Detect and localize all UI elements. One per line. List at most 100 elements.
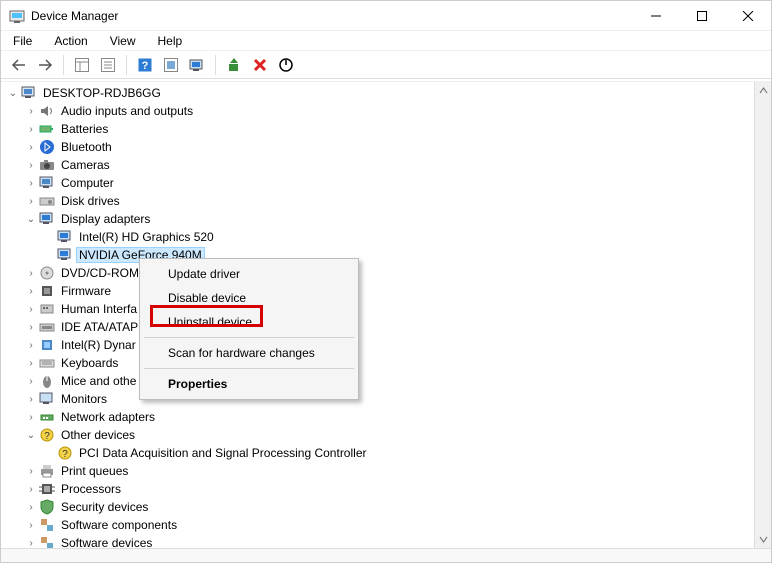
tree-item-display-adapters[interactable]: ⌄Display adapters [1,210,753,228]
expand-icon[interactable]: › [23,124,39,135]
tree-item-processors[interactable]: ›Processors [1,480,753,498]
security-icon [39,499,55,515]
tree-item-ide[interactable]: ›IDE ATA/ATAP [1,318,753,336]
display-adapter-icon [57,247,73,263]
menu-help[interactable]: Help [154,33,187,49]
ide-icon [39,319,55,335]
scan-hardware-icon[interactable] [185,54,209,76]
menu-action[interactable]: Action [50,33,91,49]
help-icon[interactable]: ? [133,54,157,76]
close-button[interactable] [725,1,771,31]
maximize-button[interactable] [679,1,725,31]
ctx-properties[interactable]: Properties [142,372,356,396]
tree-item-print-queues[interactable]: ›Print queues [1,462,753,480]
expand-icon[interactable]: › [23,304,39,315]
menu-view[interactable]: View [106,33,140,49]
tree-child-intel-hd[interactable]: Intel(R) HD Graphics 520 [1,228,753,246]
camera-icon [39,157,55,173]
battery-icon [39,121,55,137]
expand-icon[interactable]: › [23,538,39,549]
back-button[interactable] [7,54,31,76]
uninstall-icon[interactable] [248,54,272,76]
tree-item-cameras[interactable]: ›Cameras [1,156,753,174]
vertical-scrollbar[interactable] [754,82,771,548]
expand-icon[interactable]: › [23,466,39,477]
scroll-down-button[interactable] [755,531,771,548]
tree-child-pci-data[interactable]: ?PCI Data Acquisition and Signal Process… [1,444,753,462]
tree-item-network[interactable]: ›Network adapters [1,408,753,426]
expand-icon[interactable]: › [23,394,39,405]
hid-icon [39,301,55,317]
menu-file[interactable]: File [9,33,36,49]
tree-item-disk-drives[interactable]: ›Disk drives [1,192,753,210]
tree-item-computer[interactable]: ›Computer [1,174,753,192]
tree-item-audio[interactable]: ›Audio inputs and outputs [1,102,753,120]
expand-icon[interactable]: › [23,178,39,189]
expand-icon[interactable]: › [23,160,39,171]
device-tree[interactable]: ⌄ DESKTOP-RDJB6GG ›Audio inputs and outp… [1,82,753,548]
monitor-icon [39,391,55,407]
expand-icon[interactable]: › [23,340,39,351]
expand-icon[interactable]: › [23,502,39,513]
tree-item-hid[interactable]: ›Human Interfa [1,300,753,318]
expand-icon[interactable]: › [23,358,39,369]
tree-item-software-devices[interactable]: ›Software devices [1,534,753,548]
expand-icon[interactable]: › [23,376,39,387]
tree-root-label: DESKTOP-RDJB6GG [41,86,163,100]
bluetooth-icon [39,139,55,155]
tree-item-security[interactable]: ›Security devices [1,498,753,516]
ctx-disable-device[interactable]: Disable device [142,286,356,310]
tree-child-nvidia-selected[interactable]: NVIDIA GeForce 940M [1,246,753,264]
tree-item-other-devices[interactable]: ⌄?Other devices [1,426,753,444]
tree-item-dvd[interactable]: ›DVD/CD-ROM [1,264,753,282]
collapse-icon[interactable]: ⌄ [23,214,39,225]
scroll-track[interactable] [755,99,771,531]
expand-icon[interactable]: › [23,412,39,423]
svg-text:?: ? [142,60,149,72]
expand-icon[interactable]: › [23,106,39,117]
ctx-separator [144,337,354,338]
expand-icon[interactable]: › [23,484,39,495]
show-hide-console-tree-icon[interactable] [70,54,94,76]
expand-icon[interactable]: › [23,322,39,333]
titlebar: Device Manager [1,1,771,31]
minimize-button[interactable] [633,1,679,31]
tree-item-batteries[interactable]: ›Batteries [1,120,753,138]
tree-root[interactable]: ⌄ DESKTOP-RDJB6GG [1,84,753,102]
collapse-icon[interactable]: ⌄ [5,88,21,99]
content-area: ⌄ DESKTOP-RDJB6GG ›Audio inputs and outp… [1,81,771,548]
forward-button[interactable] [33,54,57,76]
tree-item-keyboards[interactable]: ›Keyboards [1,354,753,372]
update-driver-icon[interactable] [222,54,246,76]
computer-icon [21,85,37,101]
display-adapter-icon [39,211,55,227]
collapse-icon[interactable]: ⌄ [23,430,39,441]
tree-item-mice[interactable]: ›Mice and othe [1,372,753,390]
monitor-icon [39,175,55,191]
expand-icon[interactable]: › [23,142,39,153]
tree-item-software-components[interactable]: ›Software components [1,516,753,534]
tree-item-intel-dynamic[interactable]: ›Intel(R) Dynar [1,336,753,354]
printer-icon [39,463,55,479]
disable-icon[interactable] [274,54,298,76]
chip-icon [39,283,55,299]
toolbar: ? [1,51,771,79]
network-icon [39,409,55,425]
speaker-icon [39,103,55,119]
expand-icon[interactable]: › [23,196,39,207]
toolbar-icon-a[interactable] [159,54,183,76]
tree-item-monitors[interactable]: ›Monitors [1,390,753,408]
properties-icon[interactable] [96,54,120,76]
tree-item-bluetooth[interactable]: ›Bluetooth [1,138,753,156]
ctx-update-driver[interactable]: Update driver [142,262,356,286]
app-icon [9,8,25,24]
unknown-device-icon: ? [39,427,55,443]
scroll-up-button[interactable] [755,82,771,99]
chip-icon [39,337,55,353]
expand-icon[interactable]: › [23,520,39,531]
tree-item-firmware[interactable]: ›Firmware [1,282,753,300]
expand-icon[interactable]: › [23,268,39,279]
expand-icon[interactable]: › [23,286,39,297]
ctx-uninstall-device[interactable]: Uninstall device [142,310,356,334]
ctx-scan-hardware[interactable]: Scan for hardware changes [142,341,356,365]
